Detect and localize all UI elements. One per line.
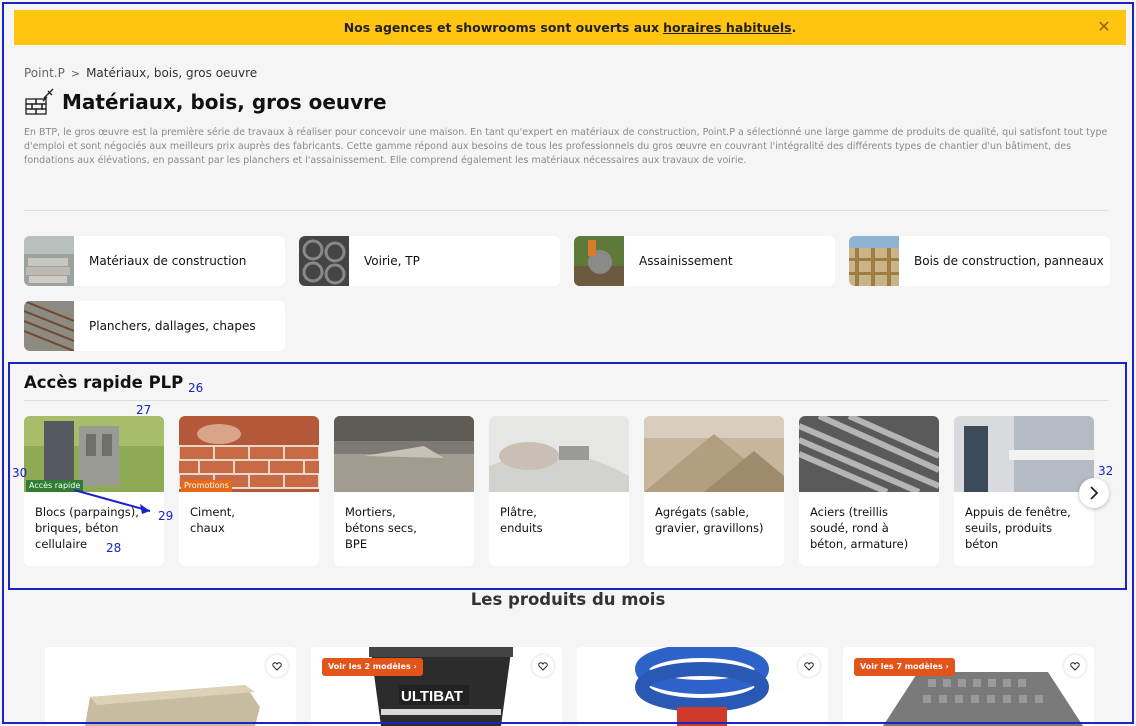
quick-access-title: Accès rapide PLP — [24, 373, 184, 392]
annotation-arrow — [73, 489, 151, 514]
category-thumbnail — [574, 236, 624, 286]
category-label: Planchers, dallages, chapes — [89, 319, 256, 333]
heart-icon — [272, 661, 282, 671]
category-thumbnail — [24, 236, 74, 286]
annotation-label: 27 — [136, 403, 152, 417]
info-banner: Nos agences et showrooms sont ouverts au… — [14, 10, 1126, 45]
page-header: Matériaux, bois, gros oeuvre — [24, 87, 387, 117]
breadcrumb: Point.P > Matériaux, bois, gros oeuvre — [24, 66, 257, 80]
breadcrumb-home[interactable]: Point.P — [24, 66, 65, 80]
tile-image: Promotions — [179, 416, 319, 492]
quick-tile-agregats[interactable]: Agrégats (sable, gravier, gravillons) — [644, 416, 784, 566]
annotation-label: 28 — [106, 541, 122, 555]
page-intro: En BTP, le gros œuvre est la première sé… — [24, 127, 1108, 166]
annotation-label: 30 — [12, 466, 28, 480]
category-card-voirie[interactable]: Voirie, TP — [299, 236, 560, 286]
carousel-next-button[interactable] — [1079, 478, 1109, 508]
tile-image — [644, 416, 784, 492]
product-card[interactable]: ULTIBAT Voir les 2 modèles › — [311, 647, 562, 726]
construction-materials-icon — [25, 88, 54, 115]
close-icon[interactable]: ✕ — [1096, 19, 1112, 35]
category-thumbnail — [849, 236, 899, 286]
quick-tile-aciers[interactable]: Aciers (treillis soudé, rond à béton, ar… — [799, 416, 939, 566]
promotions-badge: Promotions — [181, 480, 232, 492]
quick-access-divider — [24, 400, 1108, 401]
tile-image — [489, 416, 629, 492]
favorite-button[interactable] — [1064, 655, 1086, 677]
category-card-bois[interactable]: Bois de construction, panneaux — [849, 236, 1110, 286]
product-card[interactable] — [45, 647, 296, 726]
favorite-button[interactable] — [266, 655, 288, 677]
tile-label: Mortiers, bétons secs, BPE — [345, 505, 417, 551]
category-card-materiaux[interactable]: Matériaux de construction — [24, 236, 285, 286]
tile-image — [954, 416, 1094, 492]
banner-text: Nos agences et showrooms sont ouverts au… — [343, 20, 660, 35]
tile-image — [334, 416, 474, 492]
annotation-label: 32 — [1098, 464, 1114, 478]
category-label: Bois de construction, panneaux — [914, 254, 1104, 268]
heart-icon — [1070, 661, 1080, 671]
product-image — [635, 647, 769, 726]
product-image — [85, 685, 260, 726]
quick-tile-platre[interactable]: Plâtre, enduits — [489, 416, 629, 566]
category-card-planchers[interactable]: Planchers, dallages, chapes — [24, 301, 285, 351]
banner-hours-link[interactable]: horaires habituels — [663, 20, 791, 35]
tile-label: Appuis de fenêtre, seuils, produits béto… — [965, 505, 1071, 551]
quick-tile-mortiers[interactable]: Mortiers, bétons secs, BPE — [334, 416, 474, 566]
category-thumbnail — [299, 236, 349, 286]
chevron-right-icon — [1090, 486, 1099, 500]
banner-suffix: . — [791, 20, 797, 35]
tile-label: Aciers (treillis soudé, rond à béton, ar… — [810, 505, 909, 551]
quick-tile-appuis[interactable]: Appuis de fenêtre, seuils, produits béto… — [954, 416, 1094, 566]
quick-tile-ciment[interactable]: Promotions Ciment, chaux — [179, 416, 319, 566]
category-card-assainissement[interactable]: Assainissement — [574, 236, 835, 286]
tile-image: Accès rapide — [24, 416, 164, 492]
view-variants-button[interactable]: Voir les 2 modèles › — [322, 658, 423, 676]
heart-icon — [538, 661, 548, 671]
category-label: Voirie, TP — [364, 254, 420, 268]
favorite-button[interactable] — [798, 655, 820, 677]
section-divider — [24, 210, 1108, 211]
view-variants-button[interactable]: Voir les 7 modèles › — [854, 658, 955, 676]
breadcrumb-current: Matériaux, bois, gros oeuvre — [86, 66, 258, 80]
product-card[interactable] — [577, 647, 828, 726]
annotation-label: 29 — [158, 509, 174, 523]
category-thumbnail — [24, 301, 74, 351]
category-label: Assainissement — [639, 254, 733, 268]
tile-label: Plâtre, enduits — [500, 505, 543, 535]
tile-label: Agrégats (sable, gravier, gravillons) — [655, 505, 764, 535]
category-label: Matériaux de construction — [89, 254, 247, 268]
annotation-label: 26 — [188, 381, 204, 395]
products-title: Les produits du mois — [470, 590, 666, 609]
favorite-button[interactable] — [532, 655, 554, 677]
page-title: Matériaux, bois, gros oeuvre — [62, 90, 387, 114]
product-brand: ULTIBAT — [401, 688, 463, 705]
tile-label: Ciment, chaux — [190, 505, 235, 535]
breadcrumb-separator: > — [70, 66, 81, 80]
product-card[interactable]: Voir les 7 modèles › — [843, 647, 1094, 726]
heart-icon — [804, 661, 814, 671]
tile-image — [799, 416, 939, 495]
